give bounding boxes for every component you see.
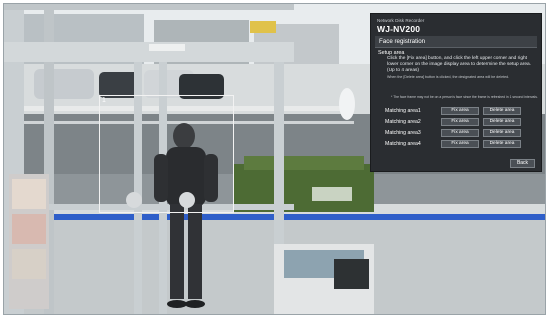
matching-area-row: Matching area2 Fix area Delete area <box>385 118 537 126</box>
matching-area-row: Matching area4 Fix area Delete area <box>385 140 537 148</box>
camera-view-frame: 1 Network Disk Recorder WJ-NV200 Face re… <box>3 3 546 315</box>
delete-area-button[interactable]: Delete area <box>483 118 521 126</box>
fix-area-button[interactable]: Fix area <box>441 129 479 137</box>
device-model: WJ-NV200 <box>377 24 421 34</box>
back-button[interactable]: Back <box>510 159 535 168</box>
selection-number: 1 <box>102 97 106 104</box>
matching-area-row: Matching area3 Fix area Delete area <box>385 129 537 137</box>
setup-instruction: Click the [Fix area] button, and click t… <box>387 56 531 74</box>
fix-area-button[interactable]: Fix area <box>441 107 479 115</box>
delete-area-button[interactable]: Delete area <box>483 107 521 115</box>
fix-area-button[interactable]: Fix area <box>441 140 479 148</box>
device-type-label: Network Disk Recorder <box>377 18 425 23</box>
face-frame-note: * The face frame may not be on a person'… <box>391 95 538 99</box>
matching-area-label: Matching area3 <box>385 130 421 136</box>
delete-note: When the [Delete area] button is clicked… <box>387 75 510 79</box>
face-registration-panel: Network Disk Recorder WJ-NV200 Face regi… <box>371 14 541 171</box>
panel-title-bar: Face registration <box>375 36 537 48</box>
matching-area-row: Matching area1 Fix area Delete area <box>385 107 537 115</box>
matching-area-label: Matching area4 <box>385 141 421 147</box>
matching-area-label: Matching area2 <box>385 119 421 125</box>
delete-area-button[interactable]: Delete area <box>483 129 521 137</box>
matching-area-selection[interactable]: 1 <box>99 95 234 213</box>
panel-title: Face registration <box>379 37 426 45</box>
matching-area-label: Matching area1 <box>385 108 421 114</box>
fix-area-button[interactable]: Fix area <box>441 118 479 126</box>
delete-area-button[interactable]: Delete area <box>483 140 521 148</box>
